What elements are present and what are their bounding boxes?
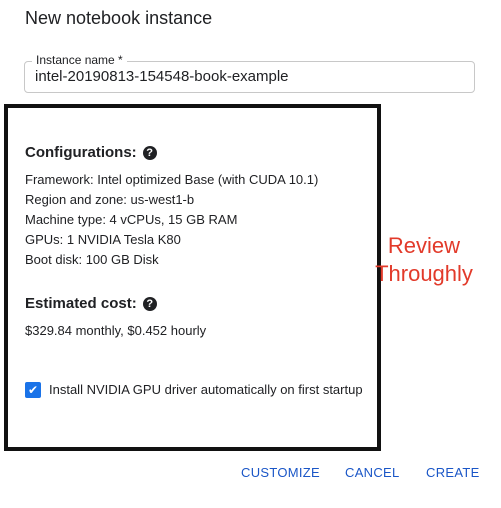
config-region-zone: Region and zone: us-west1-b [25,192,195,207]
config-framework: Framework: Intel optimized Base (with CU… [25,172,319,187]
annotation-line-2: Throughly [375,261,473,286]
cancel-button[interactable]: CANCEL [345,465,400,481]
help-circle-icon[interactable]: ? [142,297,157,311]
gpu-driver-checkbox[interactable]: ✔ [25,382,41,398]
config-machine-type: Machine type: 4 vCPUs, 15 GB RAM [25,212,238,227]
config-boot-disk: Boot disk: 100 GB Disk [25,252,159,267]
create-button[interactable]: CREATE [426,465,480,481]
config-gpus: GPUs: 1 NVIDIA Tesla K80 [25,232,181,247]
configurations-heading: Configurations: ? [25,144,157,162]
instance-name-field[interactable]: Instance name * intel-20190813-154548-bo… [24,53,475,93]
estimated-cost-heading: Estimated cost: ? [25,295,157,313]
instance-name-label: Instance name * [32,53,127,67]
new-notebook-dialog: New notebook instance Instance name * in… [0,0,501,508]
estimated-cost-title: Estimated cost: [25,295,137,312]
gpu-driver-label[interactable]: Install NVIDIA GPU driver automatically … [49,382,363,398]
instance-name-value[interactable]: intel-20190813-154548-book-example [35,68,289,86]
configurations-title: Configurations: [25,144,137,161]
annotation-line-1: Review [387,233,461,258]
review-annotation: Review Throughly [368,232,480,288]
check-icon: ✔ [27,383,39,397]
dialog-title: New notebook instance [25,8,213,28]
estimated-cost-value: $329.84 monthly, $0.452 hourly [25,323,207,338]
customize-button[interactable]: CUSTOMIZE [241,465,320,481]
help-circle-icon[interactable]: ? [142,146,157,160]
